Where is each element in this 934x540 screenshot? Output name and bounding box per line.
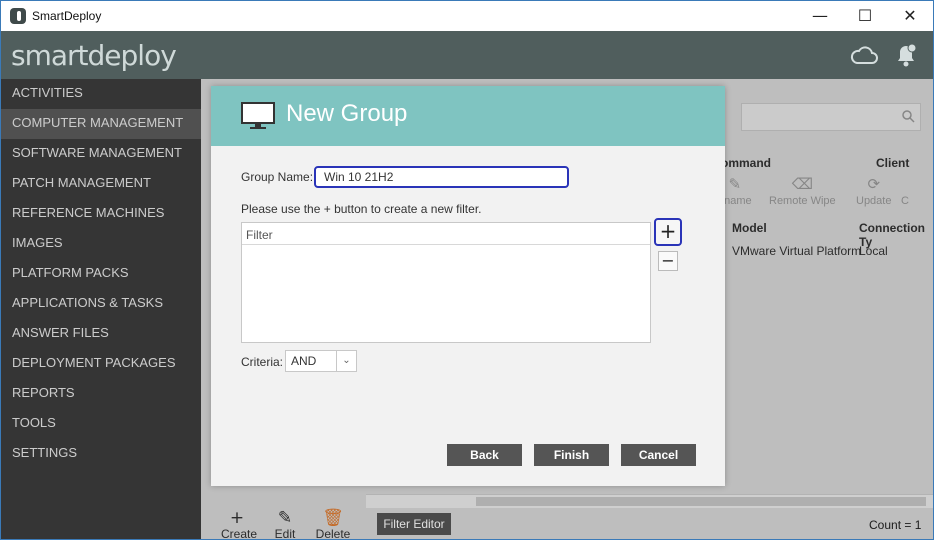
new-group-dialog: New Group Group Name: Win 10 21H2 Please… [211,86,725,486]
cloud-icon[interactable] [849,43,879,67]
filter-list[interactable]: Filter [241,222,651,343]
monitor-icon [241,102,275,129]
cancel-button[interactable]: Cancel [621,444,696,466]
dialog-title: New Group [286,100,408,127]
app-window: SmartDeploy — ☐ ✕ smartdeploy ACTIVITIES… [0,0,934,540]
title-bar: SmartDeploy — ☐ ✕ [1,1,933,31]
window-title: SmartDeploy [32,9,102,23]
criteria-label: Criteria: [241,355,284,369]
group-name-label: Group Name: [241,170,314,184]
criteria-value: AND [291,354,317,368]
close-button[interactable]: ✕ [887,1,933,31]
dialog-header: New Group [211,86,725,146]
filter-hint-text: Please use the + button to create a new … [241,202,482,216]
filter-column-header: Filter [242,223,650,245]
maximize-button[interactable]: ☐ [842,1,888,31]
add-filter-button[interactable]: + [654,218,682,246]
app-header: smartdeploy [1,31,933,79]
finish-button[interactable]: Finish [534,444,609,466]
back-button[interactable]: Back [447,444,522,466]
criteria-select[interactable]: AND ⌄ [285,350,357,372]
minimize-button[interactable]: — [797,1,843,31]
group-name-input[interactable]: Win 10 21H2 [314,166,569,188]
app-logo-icon [10,8,26,24]
remove-filter-button[interactable]: − [658,251,678,271]
chevron-down-icon: ⌄ [336,351,356,371]
brand-logo: smartdeploy [11,39,177,72]
bell-icon[interactable] [893,41,919,69]
